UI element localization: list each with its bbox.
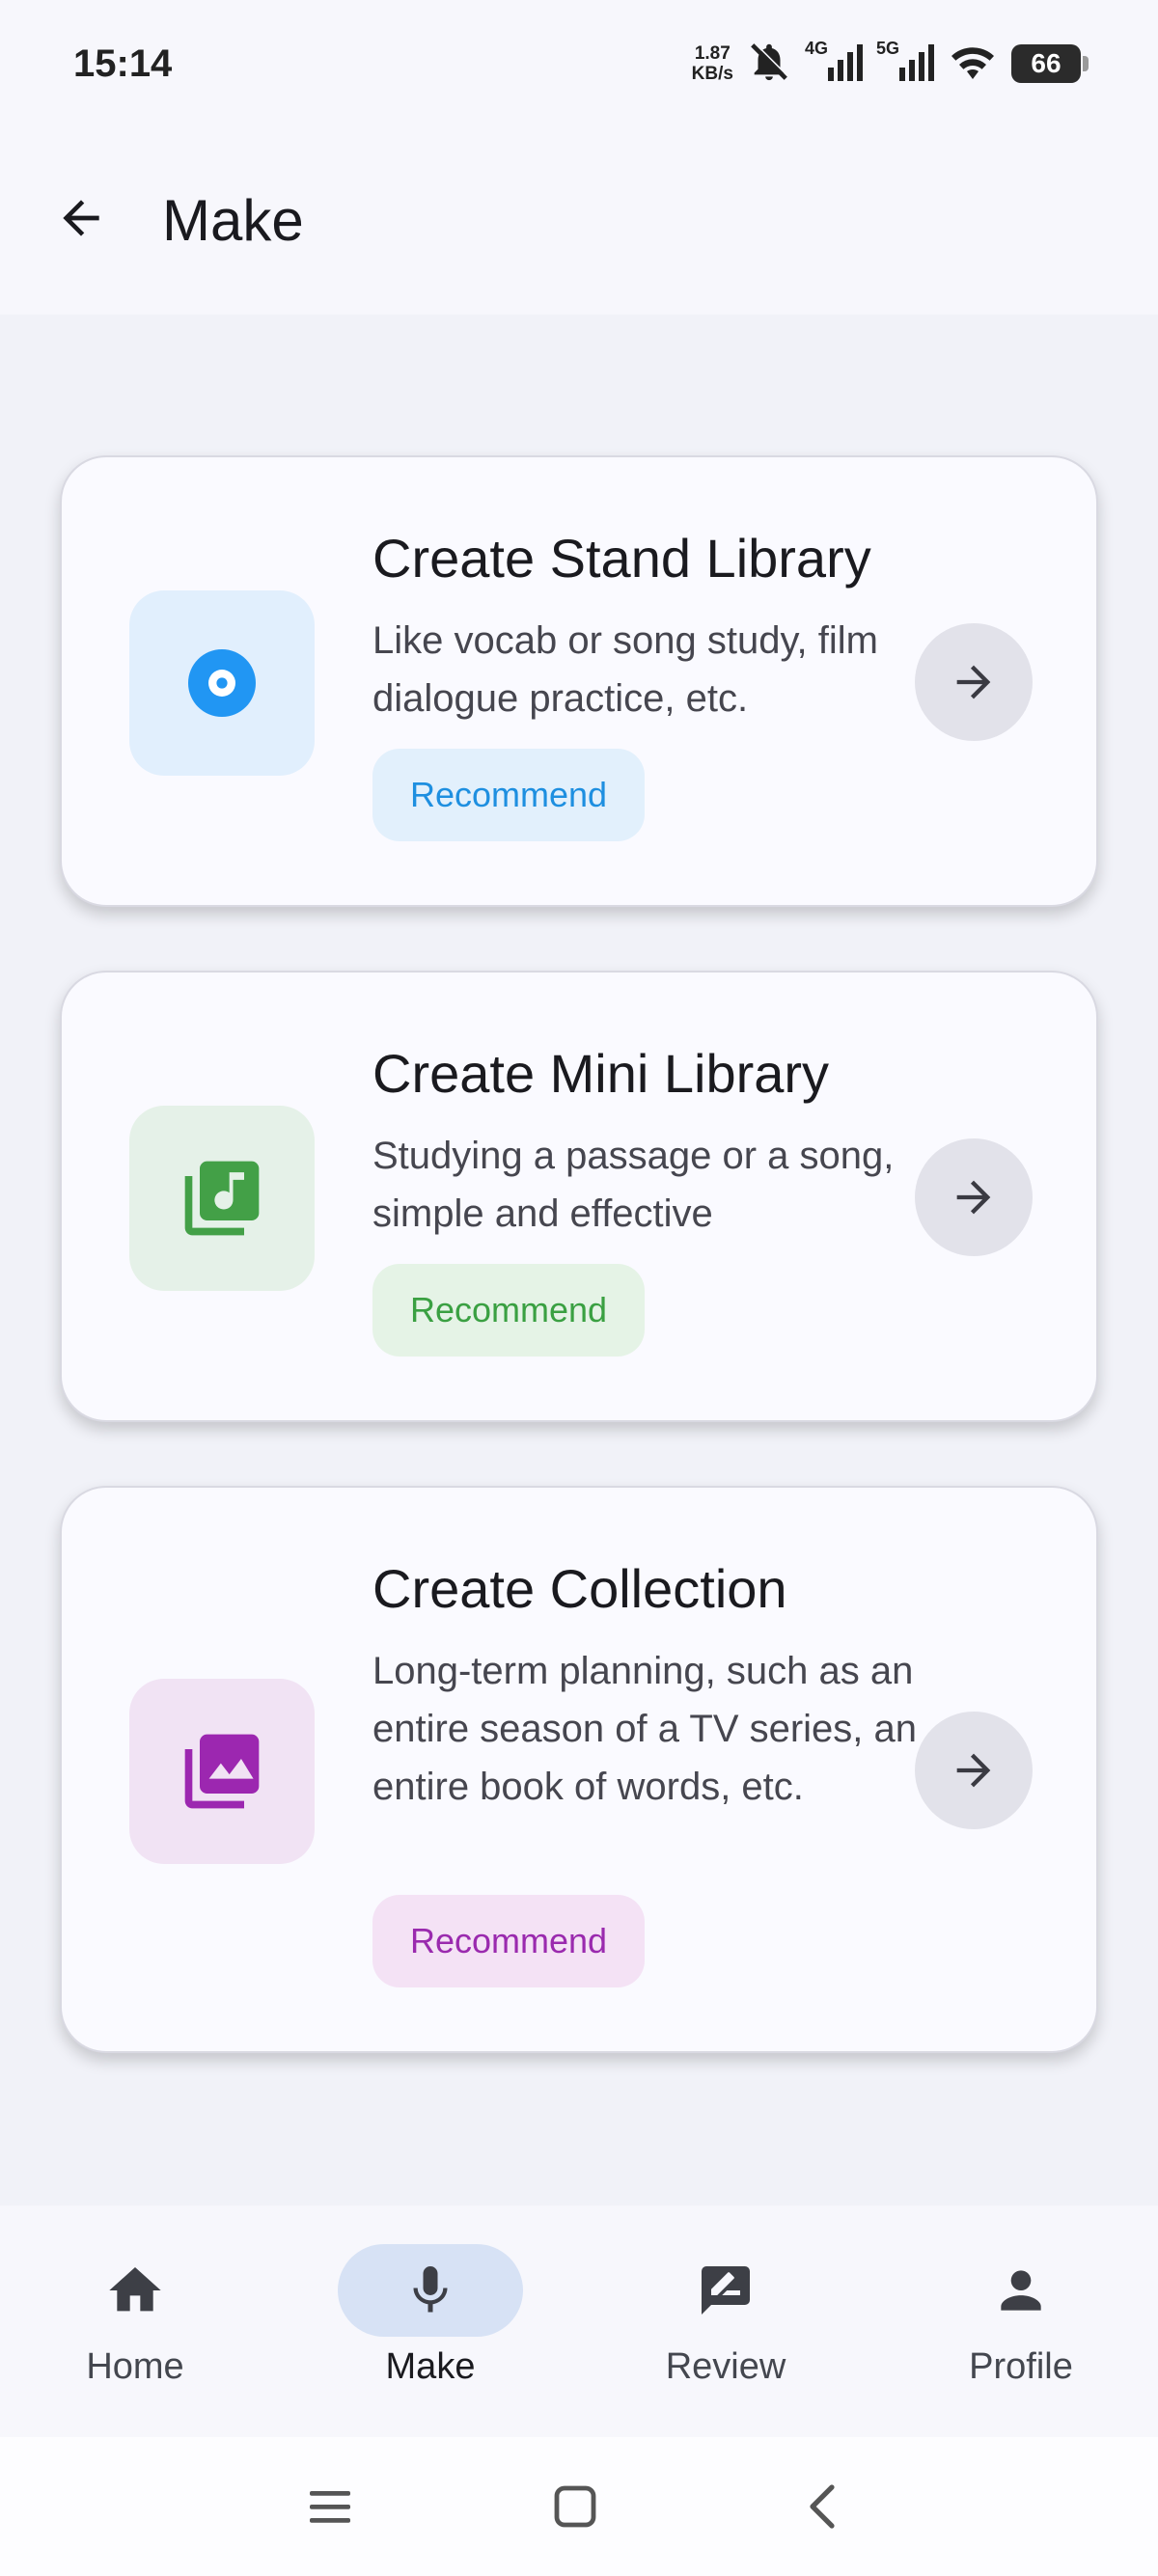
recommend-badge: Recommend: [372, 1895, 645, 1987]
card-icon-tile: [129, 590, 315, 776]
photo-library-icon: [184, 1734, 260, 1809]
card-title: Create Collection: [372, 1558, 787, 1619]
nav-label: Make: [385, 2346, 476, 2387]
menu-icon: [310, 2491, 350, 2523]
recent-apps-button[interactable]: [301, 2478, 359, 2535]
network-speed-value: 1.87: [694, 43, 731, 64]
card-description: Studying a passage or a song, simple and…: [372, 1135, 895, 1235]
person-icon: [1001, 2270, 1041, 2311]
system-back-button[interactable]: [793, 2478, 851, 2535]
nav-item-make[interactable]: Make: [334, 2244, 527, 2408]
create-mini-library-card[interactable]: Create Mini Library Studying a passage o…: [60, 971, 1098, 1422]
mute-icon: [747, 40, 791, 89]
disc-icon: [188, 649, 256, 717]
edit-note-icon: [702, 2266, 750, 2315]
mic-icon: [413, 2266, 448, 2313]
nav-icon-container: [338, 2244, 523, 2337]
card-description: Like vocab or song study, film dialogue …: [372, 619, 878, 720]
card-icon-tile: [129, 1106, 315, 1291]
recommend-badge: Recommend: [372, 1264, 645, 1357]
network-speed-unit: KB/s: [691, 64, 733, 84]
nav-icon-container: [633, 2244, 818, 2337]
status-icons: 1.87 KB/s 4G 5G 66: [692, 38, 1089, 89]
open-mini-library-button[interactable]: [915, 1138, 1033, 1256]
nav-label: Home: [86, 2346, 184, 2387]
open-collection-button[interactable]: [915, 1712, 1033, 1829]
network-type-4g: 4G: [804, 38, 828, 58]
signal-icon: [827, 42, 863, 86]
card-icon-tile: [129, 1679, 315, 1864]
nav-item-review[interactable]: Review: [629, 2244, 822, 2408]
signal-icon: [899, 42, 934, 86]
wifi-icon: [948, 42, 998, 86]
create-stand-library-card[interactable]: Create Stand Library Like vocab or song …: [60, 455, 1098, 907]
home-icon: [109, 2267, 161, 2312]
card-description: Long-term planning, such as an entire se…: [372, 1650, 918, 1808]
home-square-icon: [554, 2485, 596, 2528]
nav-icon-container: [928, 2244, 1114, 2337]
card-title: Create Mini Library: [372, 1043, 830, 1104]
music-library-icon: [184, 1161, 260, 1236]
back-chevron-icon: [810, 2484, 835, 2529]
card-title: Create Stand Library: [372, 528, 871, 589]
back-button[interactable]: [44, 181, 118, 255]
top-app-bar: Make: [0, 135, 1158, 315]
bottom-navigation: Home Make Review Profile: [0, 2206, 1158, 2437]
create-collection-card[interactable]: Create Collection Long-term planning, su…: [60, 1486, 1098, 2053]
system-home-button[interactable]: [546, 2478, 604, 2535]
nav-label: Profile: [969, 2346, 1073, 2387]
status-bar: 15:14 1.87 KB/s 4G 5G 66: [0, 0, 1158, 135]
battery-indicator: 66: [1011, 44, 1089, 83]
arrow-forward-icon: [956, 665, 991, 699]
network-type-5g: 5G: [875, 38, 899, 58]
arrow-back-icon: [63, 200, 99, 236]
recommend-badge: Recommend: [372, 749, 645, 841]
page-title: Make: [162, 188, 304, 253]
status-time: 15:14: [73, 42, 173, 85]
nav-label: Review: [665, 2346, 786, 2387]
open-stand-library-button[interactable]: [915, 623, 1033, 741]
arrow-forward-icon: [956, 1180, 991, 1215]
system-navigation-bar: [0, 2437, 1158, 2576]
arrow-forward-icon: [956, 1753, 991, 1788]
nav-icon-container: [42, 2244, 228, 2337]
nav-item-profile[interactable]: Profile: [924, 2244, 1117, 2408]
network-speed: 1.87 KB/s: [692, 43, 733, 84]
nav-item-home[interactable]: Home: [39, 2244, 232, 2408]
